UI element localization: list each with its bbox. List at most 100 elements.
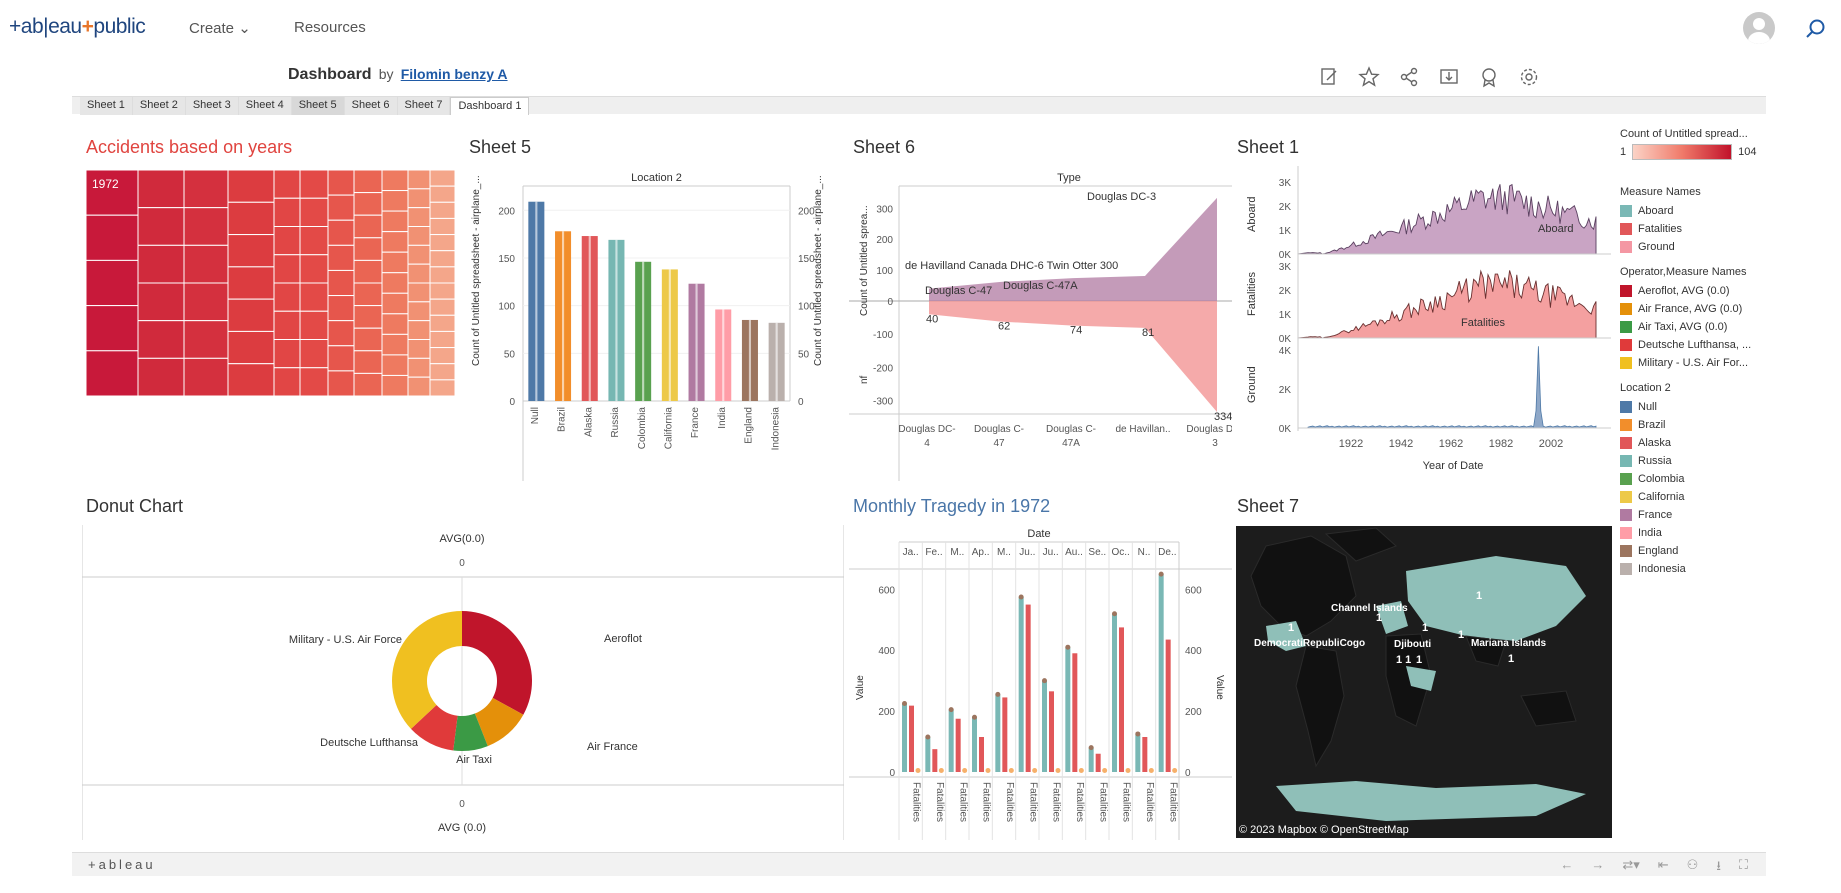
monthly-bar-chart[interactable]: Date 0 0 200 200 400 400 600 600 Value Value Ja.. Fa… [849, 525, 1232, 840]
bar-highlight [722, 309, 725, 401]
y-tick-label: 3K [1279, 262, 1292, 273]
tab-sheet-2[interactable]: Sheet 2 [132, 97, 186, 115]
tab-sheet-7[interactable]: Sheet 7 [397, 97, 451, 115]
tableau-public-logo[interactable]: +ab|eau+public [9, 15, 146, 39]
data-label: 62 [998, 321, 1010, 333]
fullscreen-icon[interactable]: ⛶ [1739, 857, 1748, 879]
annotation: de Havilland Canada DHC-6 Twin Otter 300 [905, 260, 1118, 272]
undo-icon[interactable]: ← [1560, 857, 1573, 879]
nav-resources[interactable]: Resources [294, 19, 366, 36]
legend-item[interactable]: Alaska [1620, 434, 1840, 452]
tab-sheet-5[interactable]: Sheet 5 [291, 97, 345, 115]
treemap-cell [429, 379, 455, 396]
x-tick-label: Null [530, 407, 541, 424]
treemap-cell [407, 301, 431, 322]
legend-item[interactable]: Aeroflot, AVG (0.0) [1620, 282, 1840, 300]
sheet5-bar-chart[interactable]: Location 20 050 50100 100150 150200 200Null Br… [465, 166, 830, 481]
x-tick-label: de Havillan.. [1115, 424, 1170, 435]
sheet1-area-chart[interactable]: 0K 1K 2K 3K Aboard Aboard 0K 1K 2K 3K Fatalities Fa… [1233, 166, 1613, 481]
treemap-cell [137, 170, 185, 209]
area-lower [929, 301, 1217, 413]
legend-item[interactable]: Brazil [1620, 416, 1840, 434]
point-marker [948, 707, 954, 713]
legend-swatch [1620, 285, 1632, 297]
legend-item[interactable]: France [1620, 506, 1840, 524]
tab-sheet-4[interactable]: Sheet 4 [238, 97, 292, 115]
redo-icon[interactable]: → [1591, 857, 1604, 879]
first-icon[interactable]: ⇤ [1658, 857, 1669, 879]
badge-icon[interactable] [1478, 66, 1500, 88]
legend-item[interactable]: Colombia [1620, 470, 1840, 488]
bar-highlight [535, 201, 538, 401]
treemap-cell [381, 190, 409, 212]
share-footer-icon[interactable]: ⚇ [1687, 857, 1699, 879]
edit-icon[interactable] [1318, 66, 1340, 88]
tab-sheet-1[interactable]: Sheet 1 [80, 97, 133, 115]
map-count: 1 [1508, 653, 1514, 665]
y-axis-title: Count of Untitled spreadsheet - airplane… [471, 175, 482, 366]
legend-item[interactable]: Military - U.S. Air For... [1620, 354, 1840, 372]
axis-tick: 0 [459, 799, 465, 810]
nav-create[interactable]: Create ⌄ [189, 19, 251, 37]
legend-item[interactable]: Deutsche Lufthansa, ... [1620, 336, 1840, 354]
legend-item[interactable]: California [1620, 488, 1840, 506]
favorite-star-icon[interactable] [1358, 66, 1380, 88]
legend-item[interactable]: Fatalities [1620, 220, 1840, 238]
download-icon[interactable] [1438, 66, 1460, 88]
legend-item[interactable]: India [1620, 524, 1840, 542]
series-label: Fatalities [1461, 317, 1506, 329]
tab-dashboard-1[interactable]: Dashboard 1 [450, 97, 530, 115]
bar-fatalities [979, 736, 984, 772]
x-tick-label: Fatalities [1027, 782, 1038, 822]
tab-sheet-6[interactable]: Sheet 6 [344, 97, 398, 115]
treemap-cell [381, 272, 409, 294]
ground-area [1307, 346, 1597, 429]
treemap-cell [429, 363, 455, 381]
legend-item[interactable]: England [1620, 542, 1840, 560]
x-tick-label: Fatalities [934, 782, 945, 822]
tab-sheet-3[interactable]: Sheet 3 [185, 97, 239, 115]
legend-item[interactable]: Aboard [1620, 202, 1840, 220]
x-tick-label: Fatalities [1074, 782, 1085, 822]
legend-label: Military - U.S. Air For... [1638, 357, 1749, 369]
share-icon[interactable] [1398, 66, 1420, 88]
y-tick-label: 100 [498, 302, 515, 313]
legend-label: Russia [1638, 455, 1672, 467]
treemap-cell [327, 219, 355, 246]
x-tick-label: 3 [1212, 438, 1218, 449]
legend-item[interactable]: Ground [1620, 238, 1840, 256]
gear-icon[interactable] [1518, 66, 1540, 88]
treemap-cell [299, 367, 329, 396]
legend-item[interactable]: Air France, AVG (0.0) [1620, 300, 1840, 318]
legend-item[interactable]: Air Taxi, AVG (0.0) [1620, 318, 1840, 336]
legend-item[interactable]: Indonesia [1620, 560, 1840, 578]
chart-header: Type [1057, 172, 1081, 184]
donut-chart[interactable]: AVG(0.0) 0 0 AVG (0.0) Aeroflot Air France Air… [82, 525, 844, 840]
y-tick-label: 0 [1185, 768, 1191, 779]
bar-highlight [588, 236, 591, 401]
legend-item[interactable]: Null [1620, 398, 1840, 416]
fatalities-area [1297, 269, 1597, 339]
x-tick-label: India [717, 407, 728, 429]
legend-measures: Aboard Fatalities Ground [1620, 202, 1840, 256]
annotation: Douglas DC-3 [1087, 191, 1156, 203]
map-attribution[interactable]: © 2023 Mapbox © OpenStreetMap [1239, 824, 1409, 836]
tableau-footer-logo[interactable]: +ableau [88, 857, 156, 872]
author-link[interactable]: Filomin benzy A [401, 66, 508, 82]
legend-label: Ground [1638, 241, 1675, 253]
legend-item[interactable]: Russia [1620, 452, 1840, 470]
avatar[interactable] [1743, 12, 1775, 44]
treemap-cell [299, 282, 329, 312]
gradient-bar [1632, 144, 1733, 160]
legend-swatch [1620, 205, 1632, 217]
sheet6-area-chart[interactable]: Type 0 100 200 300 -100 -200 -300 40 62 74 81 334 de … [849, 166, 1232, 481]
search-icon[interactable] [1805, 18, 1827, 40]
legend-operator-title: Operator,Measure Names [1620, 266, 1747, 278]
bar-fatalities [1072, 653, 1078, 772]
sheet7-map[interactable]: Channel Islands DemocratiRepubliCogo Dji… [1236, 526, 1612, 838]
data-label: 74 [1070, 325, 1082, 337]
revert-icon[interactable]: ⇄▾ [1622, 857, 1639, 879]
treemap-chart[interactable]: 1972 [86, 170, 455, 396]
download-footer-icon[interactable]: ⭳ [1716, 857, 1721, 879]
y-tick-label: 4K [1279, 346, 1292, 357]
